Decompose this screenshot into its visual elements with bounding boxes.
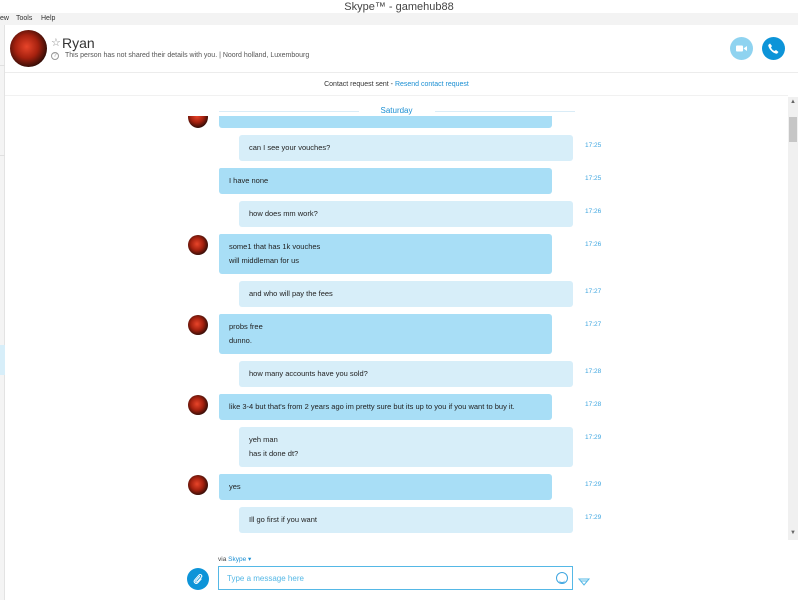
outgoing-message-bubble[interactable]: and who will pay the fees — [239, 281, 573, 307]
info-icon: ? — [51, 52, 59, 60]
message-text: will middleman for us — [229, 256, 300, 265]
incoming-message-bubble[interactable]: yes — [219, 474, 552, 500]
incoming-message-bubble[interactable]: some1 that has 1k vouches will middleman … — [219, 234, 552, 274]
message-composer — [218, 566, 573, 590]
outgoing-message-bubble[interactable]: how many accounts have you sold? — [239, 361, 573, 387]
phone-icon — [768, 43, 779, 54]
message-text: I have none — [229, 176, 269, 185]
message-timestamp: 17:27 — [585, 321, 602, 328]
message-timestamp: 17:27 — [585, 288, 602, 295]
message-text: like 3-4 but that's from 2 years ago im … — [229, 402, 515, 411]
message-timestamp: 17:25 — [585, 142, 602, 149]
message-timestamp: 17:26 — [585, 208, 602, 215]
message-timestamp: 17:28 — [585, 401, 602, 408]
sender-avatar[interactable] — [188, 315, 208, 335]
message-timestamp: 17:29 — [585, 434, 602, 441]
message-input[interactable] — [227, 571, 547, 585]
message-text: yeh man — [249, 435, 278, 444]
scroll-up-arrow-icon[interactable]: ▲ — [790, 99, 796, 105]
incoming-message-bubble[interactable]: I have none — [219, 168, 552, 194]
message-text: dunno. — [229, 336, 252, 345]
message-text: yes — [229, 482, 241, 491]
message-timestamp: 17:29 — [585, 514, 602, 521]
sender-avatar[interactable] — [188, 475, 208, 495]
message-text: how does mm work? — [249, 209, 318, 218]
outgoing-message-bubble[interactable]: how does mm work? — [239, 201, 573, 227]
video-call-icon — [736, 45, 747, 52]
message-text: can I see your vouches? — [249, 143, 331, 152]
skype-window: Skype™ - gamehub88 ew Tools Help ☆ Ryan … — [0, 0, 798, 600]
scroll-down-arrow-icon[interactable]: ▼ — [790, 530, 796, 536]
menu-bar: ew Tools Help — [0, 13, 798, 25]
scrollbar-thumb[interactable] — [789, 117, 797, 142]
attach-button[interactable] — [187, 568, 209, 590]
message-text: probs free — [229, 322, 263, 331]
menu-view[interactable]: ew — [0, 15, 9, 22]
contact-header: ☆ Ryan ? This person has not shared thei… — [5, 25, 798, 73]
contact-request-bar: Contact request sent - Resend contact re… — [5, 74, 788, 96]
outgoing-message-bubble[interactable]: Ill go first if you want — [239, 507, 573, 533]
request-status: Contact request sent - — [324, 81, 395, 88]
via-label: via — [218, 556, 227, 563]
window-title: Skype™ - gamehub88 — [344, 1, 454, 13]
send-button[interactable] — [577, 574, 591, 592]
via-service-dropdown[interactable]: Skype ▾ — [228, 556, 251, 563]
menu-tools[interactable]: Tools — [16, 15, 32, 22]
favorite-star-icon[interactable]: ☆ — [51, 36, 61, 49]
conversation-scrollbar[interactable]: ▲ ▼ — [788, 97, 798, 540]
message-timestamp: 17:25 — [585, 175, 602, 182]
message-text: some1 that has 1k vouches — [229, 242, 321, 251]
contact-avatar[interactable] — [10, 30, 47, 67]
sender-avatar[interactable] — [188, 395, 208, 415]
resend-request-link[interactable]: Resend contact request — [395, 81, 469, 88]
sender-avatar[interactable] — [188, 235, 208, 255]
contact-name: Ryan — [62, 35, 95, 51]
video-call-button[interactable] — [730, 37, 753, 60]
incoming-message-bubble[interactable]: probs free dunno. — [219, 314, 552, 354]
message-bubble-partial — [219, 116, 552, 128]
outgoing-message-bubble[interactable]: yeh man has it done dt? — [239, 427, 573, 467]
message-text: how many accounts have you sold? — [249, 369, 368, 378]
day-label: Saturday — [380, 106, 413, 115]
title-bar: Skype™ - gamehub88 — [0, 0, 798, 13]
via-service: via Skype ▾ — [218, 555, 251, 563]
message-text: and who will pay the fees — [249, 289, 333, 298]
menu-help[interactable]: Help — [41, 15, 55, 22]
message-timestamp: 17:26 — [585, 241, 602, 248]
emoji-icon[interactable] — [556, 572, 568, 584]
message-text: has it done dt? — [249, 449, 299, 458]
message-text: Ill go first if you want — [249, 515, 317, 524]
contact-subtitle: This person has not shared their details… — [65, 52, 310, 59]
message-timestamp: 17:28 — [585, 368, 602, 375]
send-icon — [577, 578, 591, 586]
incoming-message-bubble[interactable]: like 3-4 but that's from 2 years ago im … — [219, 394, 552, 420]
outgoing-message-bubble[interactable]: can I see your vouches? — [239, 135, 573, 161]
message-timestamp: 17:29 — [585, 481, 602, 488]
conversation-pane: Saturday can I see your vouches? 17:25 I h… — [5, 97, 788, 540]
paperclip-icon — [193, 574, 203, 584]
audio-call-button[interactable] — [762, 37, 785, 60]
